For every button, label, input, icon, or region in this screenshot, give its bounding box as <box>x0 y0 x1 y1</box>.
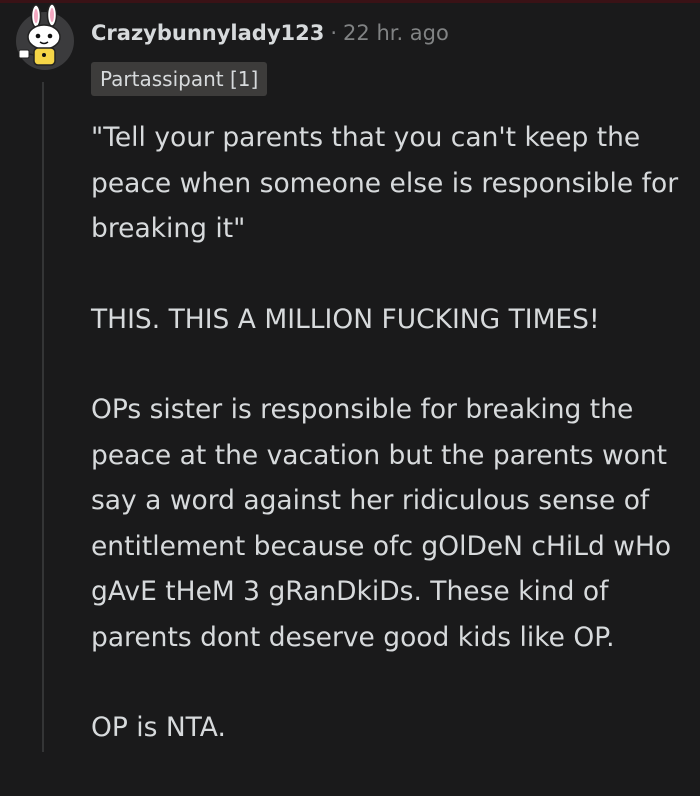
bunny-snoo-avatar-icon <box>16 3 74 70</box>
comment-meta: Crazybunnylady123 · 22 hr. ago <box>91 18 449 48</box>
timestamp[interactable]: 22 hr. ago <box>343 21 449 45</box>
comment-paragraph: "Tell your parents that you can't keep t… <box>91 122 679 244</box>
comment-paragraph: OPs sister is responsible for breaking t… <box>91 394 672 653</box>
user-flair: Partassipant [1] <box>91 62 268 96</box>
meta-separator: · <box>330 21 338 45</box>
comment-paragraph: THIS. THIS A MILLION FUCKING TIMES! <box>91 303 600 335</box>
comment-body: "Tell your parents that you can't keep t… <box>91 115 691 796</box>
thread-collapse-line[interactable] <box>42 82 44 752</box>
user-avatar[interactable] <box>14 3 76 70</box>
comment-paragraph: OP is NTA. <box>91 712 226 743</box>
username-link[interactable]: Crazybunnylady123 <box>91 21 324 45</box>
comment: Crazybunnylady123 · 22 hr. ago Partassipan… <box>0 0 700 752</box>
